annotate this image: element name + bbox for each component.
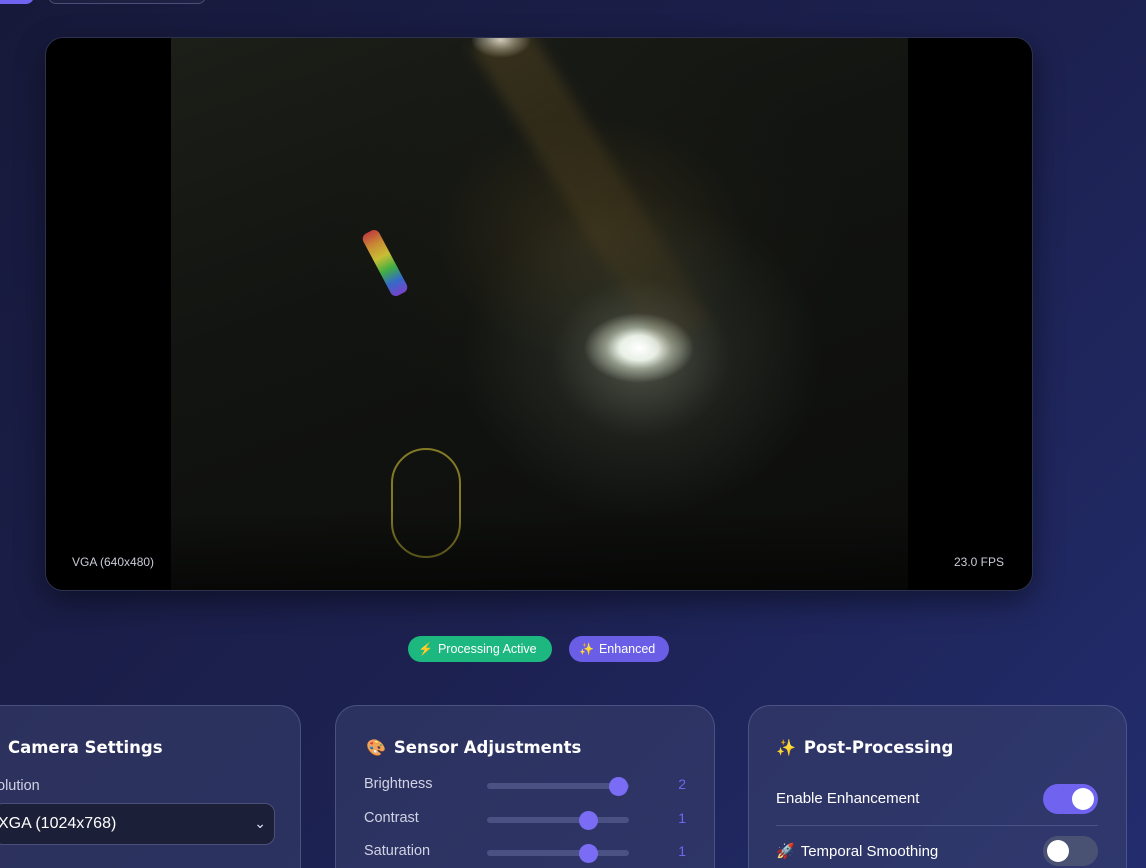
saturation-value: 1	[678, 843, 686, 859]
brightness-slider-row: Brightness 2	[364, 775, 686, 796]
camera-settings-panel: Camera Settings olution XGA (1024x768) ⌄	[0, 705, 301, 868]
contrast-label: Contrast	[364, 810, 419, 826]
resolution-overlay: VGA (640x480)	[72, 555, 155, 569]
divider	[776, 825, 1098, 826]
processing-active-label: Processing Active	[437, 642, 537, 656]
sensor-adjustments-title: 🎨 Sensor Adjustments	[366, 738, 582, 757]
top-tab-active[interactable]	[0, 0, 34, 4]
contrast-slider-thumb[interactable]	[578, 811, 598, 830]
sensor-adjustments-panel: 🎨 Sensor Adjustments Brightness 2 Contra…	[335, 705, 715, 868]
processing-active-badge: ⚡ Processing Active	[408, 636, 552, 662]
brightness-value: 2	[678, 776, 686, 792]
post-processing-title: ✨ Post-Processing	[776, 738, 954, 757]
lightning-icon: ⚡	[418, 642, 433, 656]
camera-feed-image	[171, 38, 908, 590]
resolution-select[interactable]: XGA (1024x768) ⌄	[0, 803, 275, 845]
contrast-slider[interactable]	[487, 811, 629, 830]
fps-overlay: 23.0 FPS	[953, 555, 1004, 569]
saturation-slider-thumb[interactable]	[578, 844, 598, 863]
sparkles-icon: ✨	[776, 738, 796, 757]
palette-icon: 🎨	[366, 738, 386, 757]
rocket-icon: 🚀	[776, 843, 795, 860]
sparkles-icon: ✨	[579, 642, 594, 656]
toggle-knob	[1047, 840, 1069, 862]
enable-enhancement-label: Enable Enhancement	[776, 790, 920, 807]
saturation-slider[interactable]	[487, 844, 629, 863]
enable-enhancement-row: Enable Enhancement	[776, 784, 1098, 814]
status-badges: ⚡ Processing Active ✨ Enhanced	[0, 636, 1146, 662]
resolution-select-value: XGA (1024x768)	[0, 815, 117, 832]
enhanced-label: Enhanced	[598, 642, 656, 656]
temporal-smoothing-label: 🚀 Temporal Smoothing	[776, 842, 939, 861]
enable-enhancement-toggle[interactable]	[1043, 784, 1098, 814]
saturation-slider-row: Saturation 1	[364, 842, 686, 863]
brightness-slider-thumb[interactable]	[608, 777, 628, 796]
temporal-smoothing-toggle[interactable]	[1043, 836, 1098, 866]
brightness-slider[interactable]	[487, 777, 629, 796]
temporal-smoothing-row: 🚀 Temporal Smoothing	[776, 836, 1098, 866]
enhanced-badge: ✨ Enhanced	[569, 636, 669, 662]
chevron-down-icon: ⌄	[254, 815, 266, 831]
contrast-value: 1	[678, 810, 686, 826]
toggle-knob	[1072, 788, 1094, 810]
post-processing-panel: ✨ Post-Processing Enable Enhancement 🚀 T…	[748, 705, 1127, 868]
saturation-label: Saturation	[364, 843, 431, 859]
top-tab[interactable]	[48, 0, 206, 4]
contrast-slider-row: Contrast 1	[364, 809, 686, 830]
camera-settings-title: Camera Settings	[8, 738, 163, 757]
brightness-label: Brightness	[364, 776, 433, 792]
resolution-label: olution	[0, 778, 40, 794]
video-preview: VGA (640x480) 23.0 FPS	[45, 37, 1033, 591]
